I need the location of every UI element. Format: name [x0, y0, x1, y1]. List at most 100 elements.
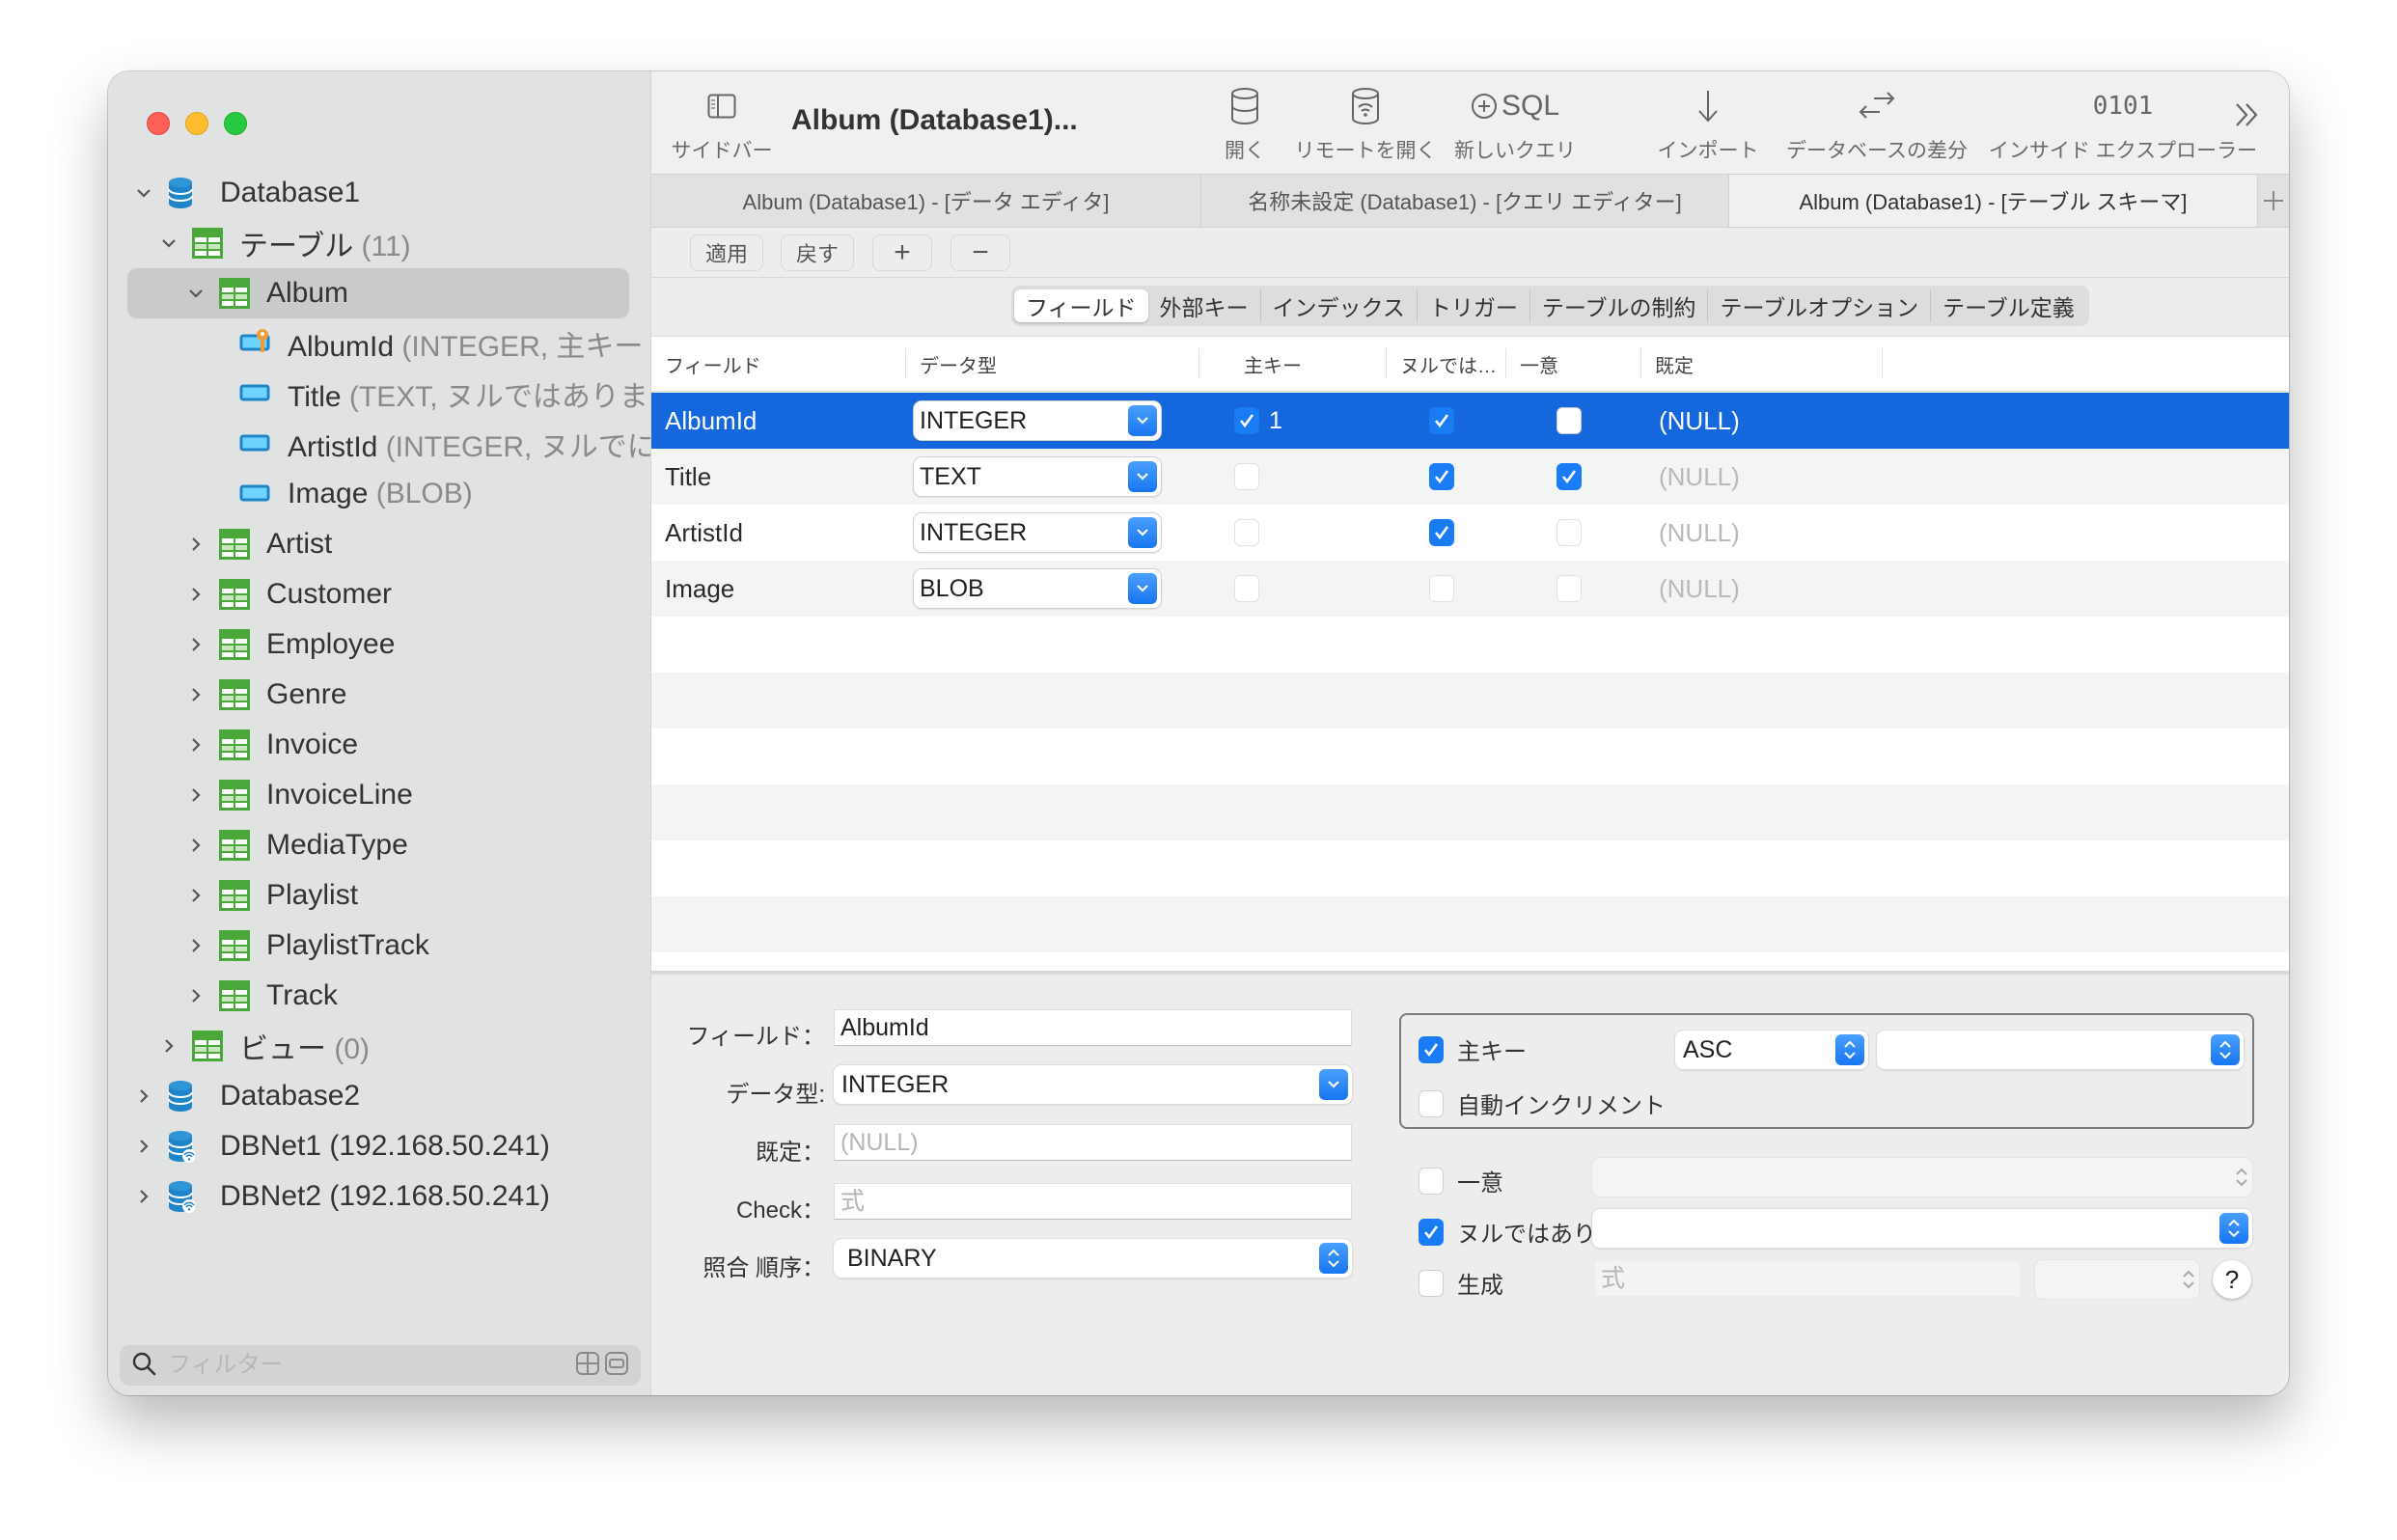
- column-header-primary-key[interactable]: 主キー: [1230, 348, 1387, 379]
- primary-key-checkbox[interactable]: [1234, 463, 1259, 490]
- tab-3[interactable]: Album (Database1) - [テーブル スキーマ]: [1729, 175, 2258, 227]
- tree-item-ビュー[interactable]: ビュー (0): [108, 1021, 650, 1071]
- tree-item-database2[interactable]: Database2: [108, 1071, 650, 1121]
- table-row[interactable]: Title TEXT (NULL): [651, 449, 2289, 505]
- tab-2[interactable]: 名称未設定 (Database1) - [クエリ エディター]: [1201, 175, 1729, 227]
- column-header-field[interactable]: フィールド: [651, 348, 906, 379]
- not-null-conflict-select[interactable]: [1592, 1209, 2252, 1248]
- chevron-right-icon[interactable]: [183, 587, 208, 602]
- unique-conflict-select[interactable]: [1592, 1158, 2252, 1196]
- tree-item-テーブル[interactable]: テーブル (11): [108, 218, 650, 268]
- chevron-right-icon[interactable]: [131, 1189, 156, 1204]
- grid-view-icon[interactable]: [575, 1351, 600, 1381]
- tree-item-albumid[interactable]: AlbumId (INTEGER, 主キー: [108, 318, 650, 369]
- close-window-button[interactable]: [147, 112, 170, 135]
- field-name-cell[interactable]: ArtistId: [651, 505, 906, 561]
- column-header-default[interactable]: 既定: [1641, 348, 1883, 379]
- chevron-right-icon[interactable]: [183, 888, 208, 903]
- list-view-icon[interactable]: [604, 1351, 629, 1381]
- primary-key-checkbox[interactable]: [1234, 407, 1259, 434]
- tree-item-genre[interactable]: Genre: [108, 670, 650, 720]
- tree-item-album[interactable]: Album: [108, 268, 650, 318]
- not-null-checkbox[interactable]: [1429, 407, 1454, 434]
- open-remote-button[interactable]: リモートを開く: [1293, 71, 1438, 174]
- segment-3[interactable]: インデックス: [1261, 289, 1418, 322]
- field-name-input[interactable]: [834, 1009, 1352, 1046]
- chevron-right-icon[interactable]: [131, 1088, 156, 1104]
- generated-kind-select[interactable]: [2035, 1260, 2199, 1299]
- tree-item-dbnet2[interactable]: DBNet2 (192.168.50.241): [108, 1171, 650, 1222]
- segment-2[interactable]: 外部キー: [1148, 289, 1261, 322]
- table-row[interactable]: AlbumId INTEGER 1 (NULL): [651, 393, 2289, 449]
- not-null-checkbox[interactable]: ヌルではあり: [1419, 1215, 1598, 1249]
- unique-checkbox[interactable]: [1557, 519, 1582, 546]
- not-null-checkbox[interactable]: [1429, 463, 1454, 490]
- default-input[interactable]: [834, 1124, 1352, 1161]
- tree-item-artist[interactable]: Artist: [108, 519, 650, 569]
- default-cell[interactable]: (NULL): [1647, 393, 1888, 449]
- zoom-window-button[interactable]: [224, 112, 247, 135]
- tree-item-playlist[interactable]: Playlist: [108, 870, 650, 921]
- collation-select[interactable]: BINARY: [834, 1239, 1352, 1278]
- segment-7[interactable]: テーブル定義: [1931, 289, 2086, 322]
- data-type-select[interactable]: INTEGER: [834, 1065, 1352, 1104]
- tree-item-playlisttrack[interactable]: PlaylistTrack: [108, 921, 650, 971]
- revert-button[interactable]: 戻す: [781, 234, 854, 271]
- apply-button[interactable]: 適用: [690, 234, 763, 271]
- chevron-right-icon[interactable]: [183, 536, 208, 552]
- segment-6[interactable]: テーブルオプション: [1708, 289, 1932, 322]
- tree-item-dbnet1[interactable]: DBNet1 (192.168.50.241): [108, 1121, 650, 1171]
- autoincrement-checkbox[interactable]: 自動インクリメント: [1419, 1086, 1666, 1120]
- chevron-right-icon[interactable]: [183, 988, 208, 1004]
- new-tab-button[interactable]: [2258, 175, 2289, 227]
- tab-1[interactable]: Album (Database1) - [データ エディタ]: [651, 175, 1201, 227]
- chevron-down-icon[interactable]: [156, 237, 181, 249]
- unique-checkbox[interactable]: [1557, 575, 1582, 602]
- tree-item-track[interactable]: Track: [108, 971, 650, 1021]
- data-type-select[interactable]: BLOB: [914, 569, 1161, 608]
- primary-key-checkbox[interactable]: 主キー: [1419, 1032, 1527, 1066]
- tree-item-customer[interactable]: Customer: [108, 569, 650, 619]
- minimize-window-button[interactable]: [185, 112, 208, 135]
- chevron-right-icon[interactable]: [183, 687, 208, 702]
- unique-checkbox[interactable]: [1557, 463, 1582, 490]
- column-header-not-null[interactable]: ヌルでは…: [1387, 348, 1506, 379]
- generated-checkbox[interactable]: 生成: [1419, 1266, 1503, 1300]
- field-name-cell[interactable]: AlbumId: [651, 393, 906, 449]
- sidebar-toggle-button[interactable]: サイドバー: [669, 71, 775, 174]
- data-type-select[interactable]: TEXT: [914, 457, 1161, 496]
- pk-order-select[interactable]: ASC: [1675, 1031, 1868, 1069]
- not-null-checkbox[interactable]: [1429, 519, 1454, 546]
- filter-input[interactable]: [168, 1352, 575, 1379]
- tree-item-image[interactable]: Image (BLOB): [108, 469, 650, 519]
- field-name-cell[interactable]: Title: [651, 449, 906, 505]
- chevron-right-icon[interactable]: [183, 737, 208, 753]
- open-button[interactable]: 開く: [1216, 71, 1274, 174]
- check-input[interactable]: [834, 1183, 1352, 1220]
- default-cell[interactable]: (NULL): [1647, 449, 1888, 505]
- tree-item-database1[interactable]: Database1: [108, 168, 650, 218]
- chevron-down-icon[interactable]: [131, 187, 156, 199]
- segment-5[interactable]: テーブルの制約: [1530, 289, 1709, 322]
- tree-item-title[interactable]: Title (TEXT, ヌルではありま: [108, 369, 650, 419]
- data-type-select[interactable]: INTEGER: [914, 513, 1161, 552]
- pk-conflict-select[interactable]: [1877, 1031, 2244, 1069]
- new-query-button[interactable]: SQL 新しいクエリ: [1452, 71, 1578, 174]
- segment-4[interactable]: トリガー: [1418, 289, 1530, 322]
- toolbar-overflow-button[interactable]: [2233, 100, 2262, 138]
- chevron-right-icon[interactable]: [131, 1139, 156, 1154]
- column-header-unique[interactable]: 一意: [1506, 348, 1641, 379]
- not-null-checkbox[interactable]: [1429, 575, 1454, 602]
- chevron-right-icon[interactable]: [183, 838, 208, 853]
- generated-expression-input[interactable]: [1594, 1260, 2021, 1297]
- primary-key-checkbox[interactable]: [1234, 519, 1259, 546]
- database-diff-button[interactable]: データベースの差分: [1785, 71, 1969, 174]
- unique-checkbox[interactable]: [1557, 407, 1582, 434]
- chevron-right-icon[interactable]: [183, 938, 208, 953]
- primary-key-checkbox[interactable]: [1234, 575, 1259, 602]
- table-row[interactable]: Image BLOB (NULL): [651, 561, 2289, 617]
- segment-1[interactable]: フィールド: [1014, 289, 1148, 322]
- import-button[interactable]: インポート: [1655, 71, 1761, 174]
- table-row[interactable]: ArtistId INTEGER (NULL): [651, 505, 2289, 561]
- chevron-right-icon[interactable]: [156, 1038, 181, 1054]
